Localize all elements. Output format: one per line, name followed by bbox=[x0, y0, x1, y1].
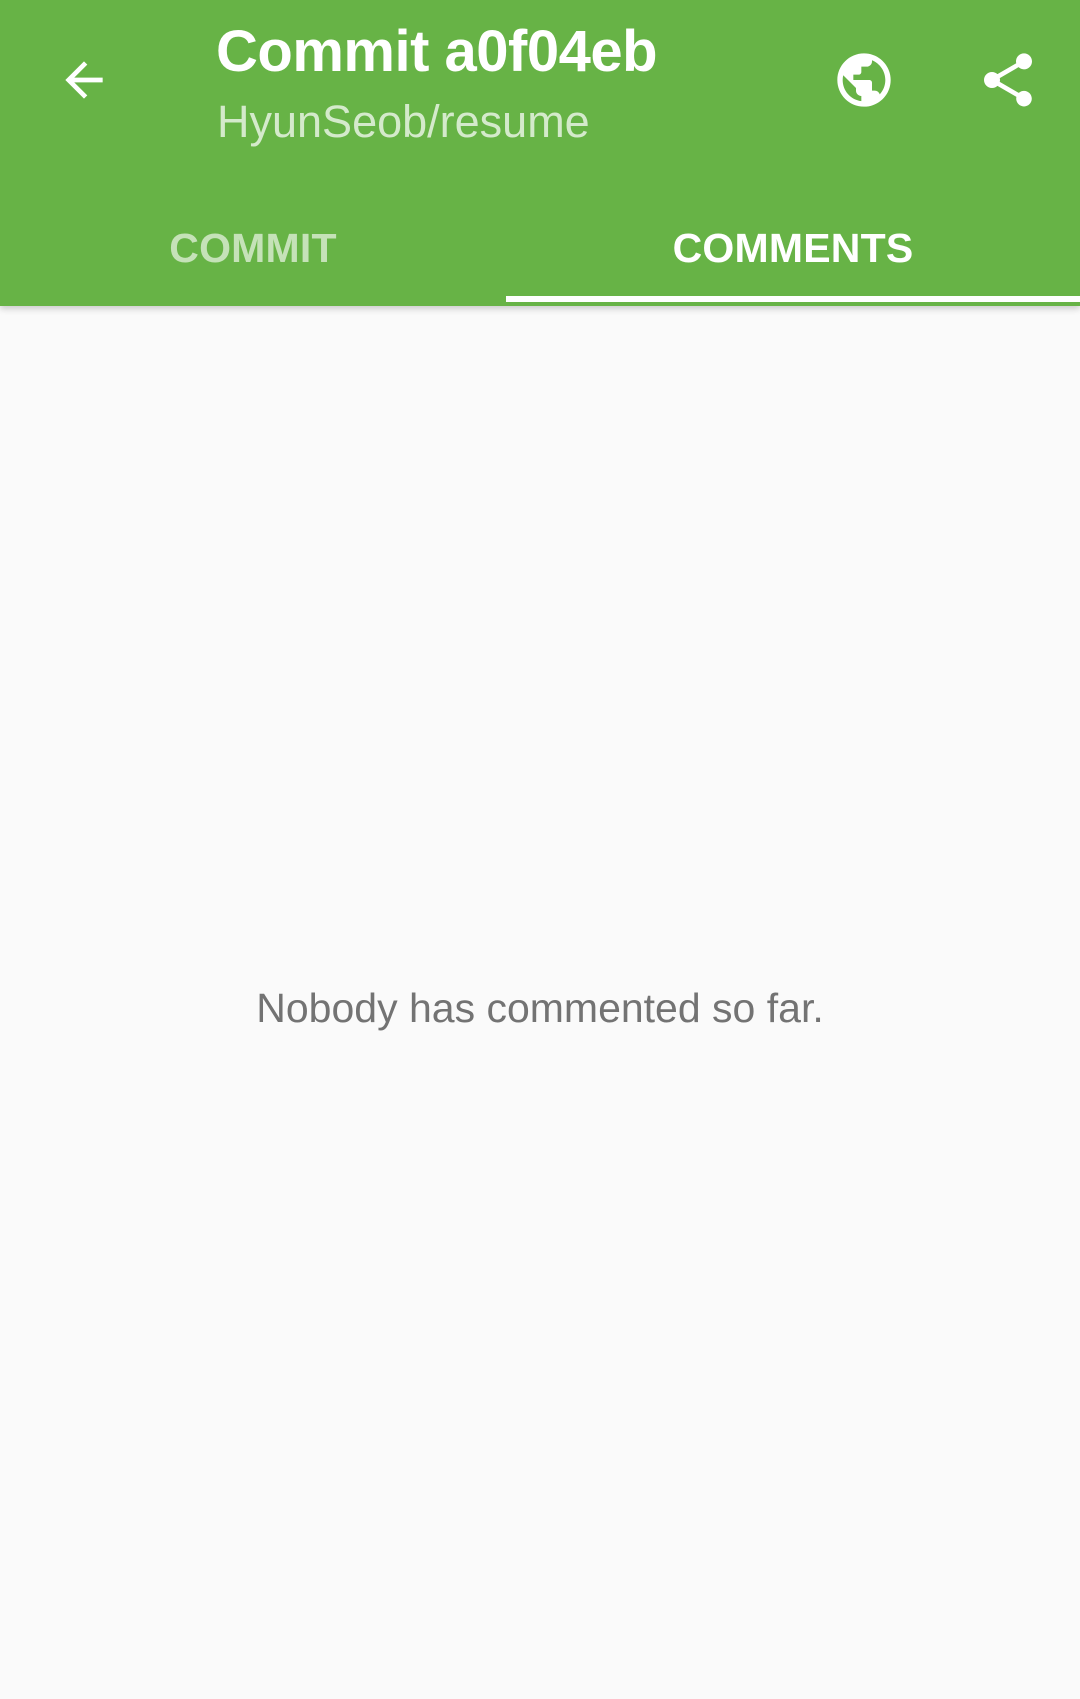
share-icon bbox=[976, 48, 1040, 117]
repository-subtitle: HyunSeob/resume bbox=[217, 96, 590, 147]
selected-tab-indicator bbox=[506, 296, 1080, 302]
page-title: Commit a0f04eb bbox=[216, 19, 658, 84]
tab-bar: COMMIT COMMENTS bbox=[0, 190, 1080, 306]
tab-commit[interactable]: COMMIT bbox=[0, 190, 506, 306]
app-bar: Commit a0f04eb HyunSeob/resume COMMIT CO… bbox=[0, 0, 1080, 306]
tab-comments-label: COMMENTS bbox=[672, 224, 914, 271]
open-in-browser-button[interactable] bbox=[818, 36, 910, 128]
globe-icon bbox=[832, 48, 896, 117]
tab-comments[interactable]: COMMENTS bbox=[506, 190, 1080, 306]
share-button[interactable] bbox=[962, 36, 1054, 128]
back-button[interactable] bbox=[40, 38, 128, 126]
empty-comments-message: Nobody has commented so far. bbox=[256, 985, 824, 1031]
arrow-back-icon bbox=[56, 52, 112, 113]
tab-commit-label: COMMIT bbox=[169, 224, 337, 271]
app-screen: Commit a0f04eb HyunSeob/resume COMMIT CO… bbox=[0, 0, 1080, 1699]
